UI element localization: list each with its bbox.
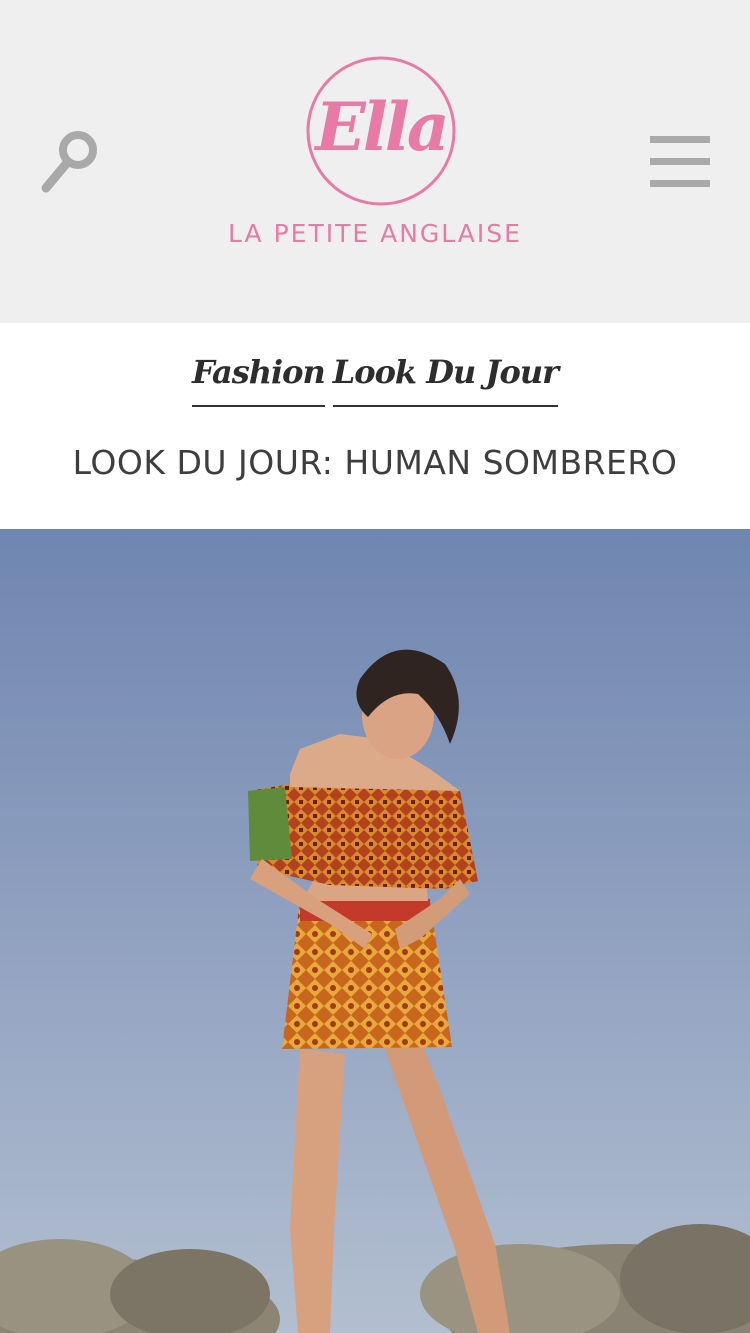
category-link-look-du-jour[interactable]: Look Du Jour [332,353,559,407]
logo-wordmark: Ella [315,88,449,166]
menu-button[interactable] [644,128,716,196]
search-button[interactable] [36,126,108,198]
fashion-photo [0,529,750,1333]
site-logo[interactable]: Ella LA PETITE ANGLAISE [200,55,550,255]
post-categories: Fashion Look Du Jour [0,353,750,407]
logo-tagline: LA PETITE ANGLAISE [228,219,522,248]
hamburger-menu-icon [650,136,710,187]
post-title: LOOK DU JOUR: HUMAN SOMBRERO [72,443,678,482]
hero-photo [0,529,750,1333]
category-link-fashion[interactable]: Fashion [191,353,326,407]
post-header: Fashion Look Du Jour LOOK DU JOUR: HUMAN… [0,323,750,529]
search-icon [41,131,97,193]
site-header: Ella LA PETITE ANGLAISE [0,0,750,323]
